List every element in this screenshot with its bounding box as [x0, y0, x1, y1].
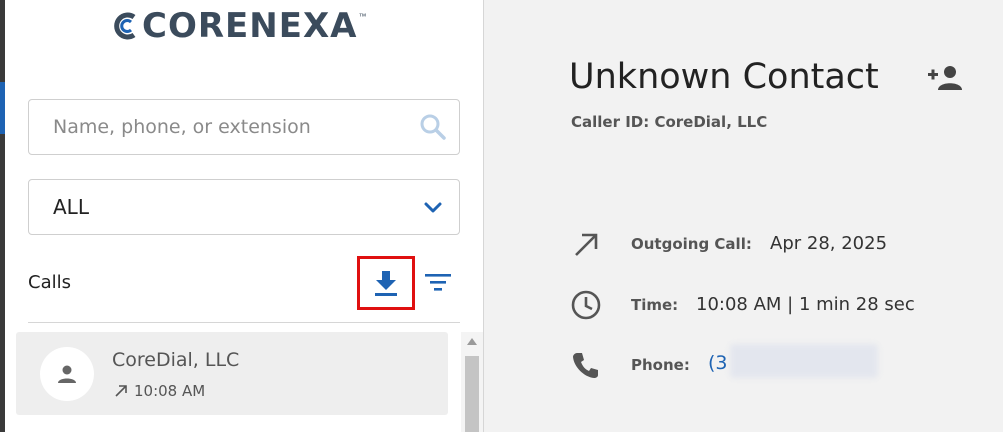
calls-section-title: Calls — [28, 272, 71, 293]
call-time: 10:08 AM — [134, 382, 206, 400]
call-filter-select[interactable]: ALL — [28, 179, 460, 235]
filter-icon[interactable] — [423, 268, 453, 296]
contact-name: Unknown Contact — [569, 57, 879, 97]
call-type-label: Outgoing Call: — [631, 235, 752, 253]
avatar — [40, 347, 94, 401]
detail-row-time: Time: 10:08 AM | 1 min 28 sec — [569, 288, 915, 322]
download-icon — [375, 271, 397, 296]
call-contact-name: CoreDial, LLC — [112, 349, 240, 371]
search-input[interactable] — [53, 100, 413, 154]
call-list-scrollbar[interactable] — [461, 332, 483, 432]
outgoing-arrow-icon — [115, 385, 127, 397]
person-icon — [58, 365, 76, 383]
call-list-item[interactable]: CoreDial, LLC 10:08 AM — [16, 332, 448, 415]
brand-logo: CORENEXA ™ — [112, 6, 366, 46]
search-field[interactable] — [28, 99, 460, 155]
trademark: ™ — [358, 12, 367, 21]
call-date: Apr 28, 2025 — [770, 233, 888, 254]
phone-label: Phone: — [631, 356, 690, 374]
sidebar: CORENEXA ™ ALL Calls — [5, 0, 484, 432]
caller-id: Caller ID: CoreDial, LLC — [571, 113, 768, 131]
phone-number-link[interactable]: (3 — [708, 352, 728, 374]
select-value: ALL — [53, 195, 89, 219]
calls-divider — [28, 322, 460, 323]
time-label: Time: — [631, 296, 679, 314]
call-time-duration: 10:08 AM | 1 min 28 sec — [696, 294, 915, 315]
logo-c-mark-icon — [114, 12, 136, 40]
search-icon[interactable] — [419, 113, 447, 141]
detail-row-phone: Phone: — [569, 348, 690, 382]
call-meta: 10:08 AM — [114, 382, 205, 400]
brand-name: CORENEXA — [142, 6, 358, 46]
phone-icon — [569, 348, 603, 382]
outgoing-arrow-icon — [569, 228, 603, 262]
redacted-phone-blur — [730, 344, 878, 378]
chevron-down-icon — [424, 202, 442, 213]
scroll-thumb[interactable] — [465, 356, 479, 432]
download-button[interactable] — [357, 256, 415, 310]
clock-icon — [569, 288, 603, 322]
scroll-up-arrow-icon[interactable] — [467, 338, 477, 345]
detail-row-call-type: Outgoing Call: Apr 28, 2025 — [569, 228, 887, 262]
add-person-icon[interactable] — [926, 64, 964, 94]
